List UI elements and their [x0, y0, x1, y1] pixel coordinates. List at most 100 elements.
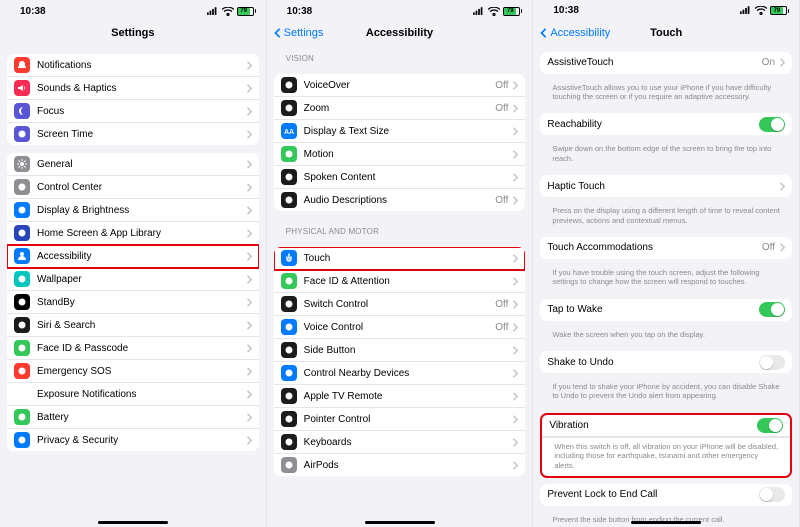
- row-label: Voice Control: [304, 322, 496, 333]
- home-indicator[interactable]: [98, 521, 168, 524]
- chevron-right-icon: [512, 104, 518, 113]
- row-label: Shake to Undo: [547, 357, 759, 368]
- row-sos[interactable]: Emergency SOS: [7, 360, 259, 383]
- chevron-right-icon: [246, 321, 252, 330]
- row-vibration[interactable]: Vibration: [542, 415, 790, 437]
- face-icon: [14, 340, 30, 356]
- row-switchcontrol[interactable]: Switch ControlOff: [274, 293, 526, 316]
- row-preventlock[interactable]: Prevent Lock to End Call: [540, 484, 792, 506]
- home-indicator[interactable]: [365, 521, 435, 524]
- row-label: Zoom: [304, 103, 496, 114]
- row-value: Off: [495, 299, 508, 310]
- back-button[interactable]: Settings: [273, 27, 324, 39]
- voiceover-icon: [281, 77, 297, 93]
- chevron-left-icon: [273, 28, 283, 38]
- chevron-right-icon: [512, 392, 518, 401]
- row-appletv[interactable]: Apple TV Remote: [274, 385, 526, 408]
- nav-bar: Accessibility Touch: [533, 20, 799, 46]
- row-displaytext[interactable]: Display & Text Size: [274, 120, 526, 143]
- row-exposure[interactable]: Exposure Notifications: [7, 383, 259, 406]
- settings-group: Haptic Touch: [540, 175, 792, 197]
- chevron-right-icon: [512, 277, 518, 286]
- row-pointer[interactable]: Pointer Control: [274, 408, 526, 431]
- row-assistivetouch[interactable]: AssistiveTouchOn: [540, 52, 792, 74]
- chevron-right-icon: [512, 81, 518, 90]
- speaker-icon: [14, 80, 30, 96]
- row-general[interactable]: General: [7, 153, 259, 176]
- row-faceid[interactable]: Face ID & Passcode: [7, 337, 259, 360]
- group-footer: Wake the screen when you tap on the disp…: [540, 327, 792, 345]
- row-reachability[interactable]: Reachability: [540, 113, 792, 135]
- row-spoken[interactable]: Spoken Content: [274, 166, 526, 189]
- settings-group: VoiceOverOffZoomOff Display & Text Size Mo…: [274, 74, 526, 211]
- row-battery[interactable]: Battery: [7, 406, 259, 429]
- row-airpods[interactable]: AirPods: [274, 454, 526, 476]
- toggle-switch[interactable]: [759, 355, 785, 370]
- chevron-right-icon: [246, 367, 252, 376]
- row-label: Home Screen & App Library: [37, 228, 246, 239]
- toggle-switch[interactable]: [759, 487, 785, 502]
- group-footer: Press on the display using a different l…: [540, 203, 792, 231]
- settings-group: Prevent Lock to End Call: [540, 484, 792, 506]
- row-taptowake[interactable]: Tap to Wake: [540, 299, 792, 321]
- row-controlcenter[interactable]: Control Center: [7, 176, 259, 199]
- row-label: Accessibility: [37, 251, 246, 262]
- signal-icon: [740, 6, 752, 15]
- hand-icon: [14, 432, 30, 448]
- touch-list[interactable]: AssistiveTouchOnAssistiveTouch allows yo…: [533, 46, 799, 527]
- settings-list[interactable]: NotificationsSounds & HapticsFocusScreen…: [0, 46, 266, 527]
- row-privacy[interactable]: Privacy & Security: [7, 429, 259, 451]
- accessibility-list[interactable]: VISIONVoiceOverOffZoomOffDisplay & Text …: [267, 46, 533, 527]
- row-label: Prevent Lock to End Call: [547, 489, 759, 500]
- voice-icon: [281, 319, 297, 335]
- row-zoom[interactable]: ZoomOff: [274, 97, 526, 120]
- row-standby[interactable]: StandBy: [7, 291, 259, 314]
- row-label: Exposure Notifications: [37, 389, 246, 400]
- row-shaketoundo[interactable]: Shake to Undo: [540, 351, 792, 373]
- row-touch[interactable]: Touch: [274, 247, 526, 270]
- row-label: Control Nearby Devices: [304, 368, 513, 379]
- back-button[interactable]: Accessibility: [539, 27, 610, 39]
- toggle-switch[interactable]: [759, 302, 785, 317]
- toggle-switch[interactable]: [759, 117, 785, 132]
- chevron-right-icon: [512, 127, 518, 136]
- row-sidebutton[interactable]: Side Button: [274, 339, 526, 362]
- chevron-right-icon: [246, 344, 252, 353]
- chevron-right-icon: [512, 461, 518, 470]
- chevron-right-icon: [246, 413, 252, 422]
- row-voicecontrol[interactable]: Voice ControlOff: [274, 316, 526, 339]
- row-value: Off: [762, 242, 775, 253]
- row-nearby[interactable]: Control Nearby Devices: [274, 362, 526, 385]
- exposure-icon: [14, 386, 30, 402]
- row-focus[interactable]: Focus: [7, 100, 259, 123]
- row-keyboards[interactable]: Keyboards: [274, 431, 526, 454]
- toggle-switch[interactable]: [757, 418, 783, 433]
- flower-icon: [14, 271, 30, 287]
- row-label: AirPods: [304, 460, 513, 471]
- row-audiodesc[interactable]: Audio DescriptionsOff: [274, 189, 526, 211]
- signal-icon: [473, 7, 485, 16]
- row-label: Haptic Touch: [547, 181, 779, 192]
- row-voiceover[interactable]: VoiceOverOff: [274, 74, 526, 97]
- row-motion[interactable]: Motion: [274, 143, 526, 166]
- row-display[interactable]: Display & Brightness: [7, 199, 259, 222]
- row-screentime[interactable]: Screen Time: [7, 123, 259, 145]
- status-time: 10:38: [20, 6, 46, 17]
- row-homescreen[interactable]: Home Screen & App Library: [7, 222, 259, 245]
- chevron-right-icon: [246, 252, 252, 261]
- phone-accessibility: 10:38 79 Settings Accessibility VISIONVo…: [267, 0, 534, 527]
- row-sounds[interactable]: Sounds & Haptics: [7, 77, 259, 100]
- row-notifications[interactable]: Notifications: [7, 54, 259, 77]
- row-label: Display & Text Size: [304, 126, 513, 137]
- row-haptictouch[interactable]: Haptic Touch: [540, 175, 792, 197]
- row-wallpaper[interactable]: Wallpaper: [7, 268, 259, 291]
- row-accessibility[interactable]: Accessibility: [7, 245, 259, 268]
- row-faceid2[interactable]: Face ID & Attention: [274, 270, 526, 293]
- home-indicator[interactable]: [631, 521, 701, 524]
- row-touchaccom[interactable]: Touch AccommodationsOff: [540, 237, 792, 259]
- row-siri[interactable]: Siri & Search: [7, 314, 259, 337]
- group-footer: When this switch is off, all vibration o…: [542, 437, 790, 476]
- standby-icon: [14, 294, 30, 310]
- wifi-icon: [222, 7, 234, 16]
- row-label: Audio Descriptions: [304, 195, 496, 206]
